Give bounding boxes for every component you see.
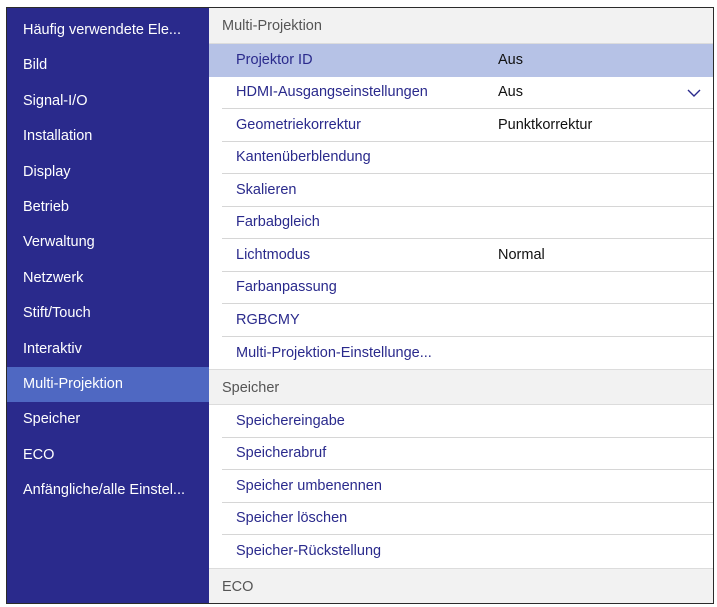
setting-value: Aus — [498, 84, 523, 101]
setting-row-speicher-umbenennen[interactable]: Speicher umbenennen — [222, 470, 713, 503]
sidebar-item-speicher[interactable]: Speicher — [7, 402, 209, 437]
chevron-down-icon[interactable] — [687, 86, 701, 100]
sidebar-item-signal-io[interactable]: Signal-I/O — [7, 84, 209, 119]
sidebar-item-eco[interactable]: ECO — [7, 438, 209, 473]
setting-label: Speicher löschen — [236, 510, 348, 527]
setting-label: RGBCMY — [236, 311, 300, 328]
sidebar-item-interaktiv[interactable]: Interaktiv — [7, 332, 209, 367]
setting-label: Farbanpassung — [236, 279, 337, 296]
setting-label: Kantenüberblendung — [236, 149, 371, 166]
setting-label: Skalieren — [236, 181, 297, 198]
setting-label: Multi-Projektion-Einstellunge... — [236, 344, 432, 361]
setting-label: Lichtmodus — [236, 246, 311, 263]
setting-row-speicherabruf[interactable]: Speicherabruf — [222, 438, 713, 470]
sidebar-item-haeufig[interactable]: Häufig verwendete Ele... — [7, 13, 209, 48]
setting-row-hdmi-ausgang[interactable]: HDMI-Ausgangseinstellungen Aus — [222, 77, 713, 109]
setting-value: Aus — [498, 51, 523, 68]
setting-row-rgbcmy[interactable]: RGBCMY — [222, 304, 713, 337]
setting-label: Speicher-Rückstellung — [236, 543, 382, 560]
setting-label: Speicherabruf — [236, 445, 327, 462]
setting-row-kantenueberblendung[interactable]: Kantenüberblendung — [222, 142, 713, 174]
sidebar-menu: Häufig verwendete Ele... Bild Signal-I/O… — [7, 8, 209, 603]
sidebar-item-betrieb[interactable]: Betrieb — [7, 190, 209, 225]
sidebar-item-installation[interactable]: Installation — [7, 119, 209, 154]
setting-row-speicher-loeschen[interactable]: Speicher löschen — [222, 503, 713, 535]
sidebar-item-anfaengliche[interactable]: Anfängliche/alle Einstel... — [7, 473, 209, 508]
sidebar-item-netzwerk[interactable]: Netzwerk — [7, 261, 209, 296]
setting-label: HDMI-Ausgangseinstellungen — [236, 84, 428, 101]
section-header-multi-projektion: Multi-Projektion — [209, 8, 713, 44]
setting-value: Punktkorrektur — [498, 116, 593, 133]
setting-row-speicher-rueckstellung[interactable]: Speicher-Rückstellung — [222, 535, 713, 568]
setting-row-farbanpassung[interactable]: Farbanpassung — [222, 272, 713, 304]
setting-label: Farbabgleich — [236, 214, 320, 231]
setting-label: Geometriekorrektur — [236, 116, 361, 133]
sidebar-item-verwaltung[interactable]: Verwaltung — [7, 225, 209, 260]
setting-row-speichereingabe[interactable]: Speichereingabe — [222, 405, 713, 438]
section-header-eco: ECO — [209, 567, 713, 603]
sidebar-item-bild[interactable]: Bild — [7, 48, 209, 83]
section-header-speicher: Speicher — [209, 369, 713, 405]
setting-value: Normal — [498, 246, 545, 263]
setting-row-multi-projektion-einstellungen[interactable]: Multi-Projektion-Einstellunge... — [222, 337, 713, 370]
settings-window: Häufig verwendete Ele... Bild Signal-I/O… — [6, 7, 714, 604]
setting-row-projektor-id[interactable]: Projektor ID Aus — [209, 44, 713, 77]
setting-row-farbabgleich[interactable]: Farbabgleich — [222, 207, 713, 239]
setting-row-geometriekorrektur[interactable]: Geometriekorrektur Punktkorrektur — [222, 109, 713, 142]
setting-label: Speicher umbenennen — [236, 477, 382, 494]
sidebar-item-stift-touch[interactable]: Stift/Touch — [7, 296, 209, 331]
setting-row-skalieren[interactable]: Skalieren — [222, 174, 713, 207]
sidebar-item-display[interactable]: Display — [7, 155, 209, 190]
sidebar-item-multi-projektion[interactable]: Multi-Projektion — [7, 366, 209, 403]
setting-label: Projektor ID — [236, 51, 313, 68]
setting-label: Speichereingabe — [236, 412, 345, 429]
setting-row-lichtmodus[interactable]: Lichtmodus Normal — [222, 239, 713, 272]
settings-content: Multi-Projektion Projektor ID Aus HDMI-A… — [209, 8, 713, 603]
